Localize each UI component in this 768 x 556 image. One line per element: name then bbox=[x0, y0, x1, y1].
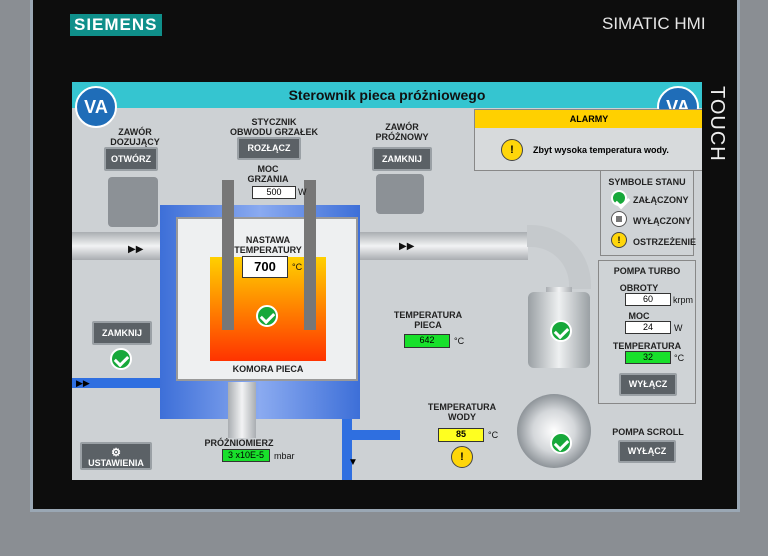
flow-arrow-icon: ▶▶ bbox=[128, 244, 144, 255]
pipe-elbow bbox=[527, 225, 591, 289]
legend-off-label: WYŁĄCZONY bbox=[633, 216, 691, 226]
screen-title: Sterownik pieca próżniowego bbox=[72, 82, 702, 108]
turbo-pump-off-button[interactable]: WYŁĄCZ bbox=[619, 373, 677, 396]
empty-valve-close-button[interactable]: ZAMKNIJ bbox=[372, 147, 432, 171]
vacuum-gauge-label: PRÓŻNIOMIERZ bbox=[204, 438, 274, 448]
dosing-valve-actuator bbox=[108, 177, 158, 227]
brand-logo: SIEMENS bbox=[70, 14, 162, 36]
scroll-pump-off-button[interactable]: WYŁĄCZ bbox=[618, 440, 676, 463]
turbo-power-unit: W bbox=[674, 323, 683, 333]
settings-button[interactable]: ⚙ USTAWIENIA bbox=[80, 442, 152, 470]
legend-off-icon bbox=[611, 211, 627, 227]
turbo-status-icon bbox=[550, 320, 572, 342]
turbo-pump-panel: POMPA TURBO OBROTY 60 krpm MOC 24 W TEMP… bbox=[598, 260, 696, 404]
heater-rod-right bbox=[304, 180, 316, 330]
water-temp-label: TEMPERATURA WODY bbox=[427, 402, 497, 422]
turbo-power-value: 24 bbox=[625, 321, 671, 334]
contactor-label: STYCZNIK OBWODU GRZAŁEK bbox=[230, 117, 318, 137]
flow-arrow-right-icon: ▶▶ bbox=[399, 241, 415, 252]
legend-title: SYMBOLE STANU bbox=[608, 177, 686, 187]
turbo-pump-title: POMPA TURBO bbox=[613, 266, 681, 276]
alarm-panel: ALARMY ! Zbyt wysoka temperatura wody. bbox=[474, 109, 702, 171]
dosing-valve-open-button[interactable]: OTWÓRZ bbox=[104, 147, 158, 171]
turbo-temp-value: 32 bbox=[625, 351, 671, 364]
setpoint-value[interactable]: 700 bbox=[242, 256, 288, 278]
alarm-warning-icon: ! bbox=[501, 139, 523, 161]
outlet-pipe bbox=[358, 232, 528, 260]
heating-power-label: MOC GRZANIA bbox=[247, 164, 289, 184]
left-valve-status-icon bbox=[110, 348, 132, 370]
logo-left: VA bbox=[75, 86, 117, 128]
turbo-temp-label: TEMPERATURA bbox=[612, 341, 682, 351]
water-warning-icon: ! bbox=[451, 446, 473, 468]
heating-power-unit: W bbox=[298, 187, 307, 197]
scroll-pump-title: POMPA SCROLL bbox=[612, 427, 684, 437]
water-temp-value: 85 bbox=[438, 428, 484, 442]
legend-warning-label: OSTRZEŻENIE bbox=[633, 237, 697, 247]
blue-line-bottom bbox=[342, 418, 352, 480]
gear-icon: ⚙ bbox=[111, 447, 121, 459]
dosing-valve-label: ZAWÓR DOZUJĄCY bbox=[110, 127, 160, 147]
turbo-temp-unit: °C bbox=[674, 353, 685, 363]
inlet-arrow-icon: ▶▶ bbox=[76, 378, 90, 388]
legend-panel: SYMBOLE STANU ZAŁĄCZONY WYŁĄCZONY ! OSTR… bbox=[600, 170, 697, 256]
furnace-temp-unit: °C bbox=[454, 336, 465, 346]
drain-arrow-icon: ▼ bbox=[348, 457, 358, 468]
water-temp-unit: °C bbox=[488, 430, 499, 440]
empty-valve-actuator bbox=[376, 174, 424, 214]
legend-warning-icon: ! bbox=[611, 232, 627, 248]
turbo-speed-value: 60 bbox=[625, 293, 671, 306]
legend-on-icon bbox=[611, 190, 627, 206]
turbo-speed-label: OBROTY bbox=[619, 283, 659, 293]
chamber-label: KOMORA PIECA bbox=[232, 364, 304, 374]
left-valve-close-button[interactable]: ZAMKNIJ bbox=[92, 321, 152, 345]
model-label: SIMATIC HMI bbox=[602, 14, 706, 33]
hmi-screen: Sterownik pieca próżniowego VA VA ALARMY… bbox=[72, 82, 702, 480]
heater-rod-left bbox=[222, 180, 234, 330]
vacuum-gauge-value: 3 x10E-5 bbox=[222, 449, 270, 462]
legend-on-label: ZAŁĄCZONY bbox=[633, 195, 689, 205]
empty-valve-label: ZAWÓR PRÓŻNOWY bbox=[375, 122, 429, 142]
turbo-speed-unit: krpm bbox=[673, 295, 693, 305]
touch-label: TOUCH bbox=[706, 86, 728, 162]
water-line bbox=[342, 430, 400, 440]
scroll-pump-body bbox=[517, 394, 591, 468]
setpoint-label: NASTAWA TEMPERATURY bbox=[234, 235, 302, 255]
contactor-disconnect-button[interactable]: ROZŁĄCZ bbox=[237, 137, 301, 160]
setpoint-unit: °C bbox=[292, 262, 303, 272]
gauge-pipe bbox=[228, 382, 256, 438]
furnace-temp-value: 642 bbox=[404, 334, 450, 348]
furnace-status-icon bbox=[256, 305, 278, 327]
furnace-temp-label: TEMPERATURA PIECA bbox=[393, 310, 463, 330]
turbo-power-label: MOC bbox=[628, 311, 650, 321]
alarm-message: Zbyt wysoka temperatura wody. bbox=[533, 145, 669, 155]
vacuum-gauge-unit: mbar bbox=[274, 451, 295, 461]
heating-power-value[interactable]: 500 bbox=[252, 186, 296, 199]
scroll-status-icon bbox=[550, 432, 572, 454]
alarm-header: ALARMY bbox=[475, 110, 702, 128]
